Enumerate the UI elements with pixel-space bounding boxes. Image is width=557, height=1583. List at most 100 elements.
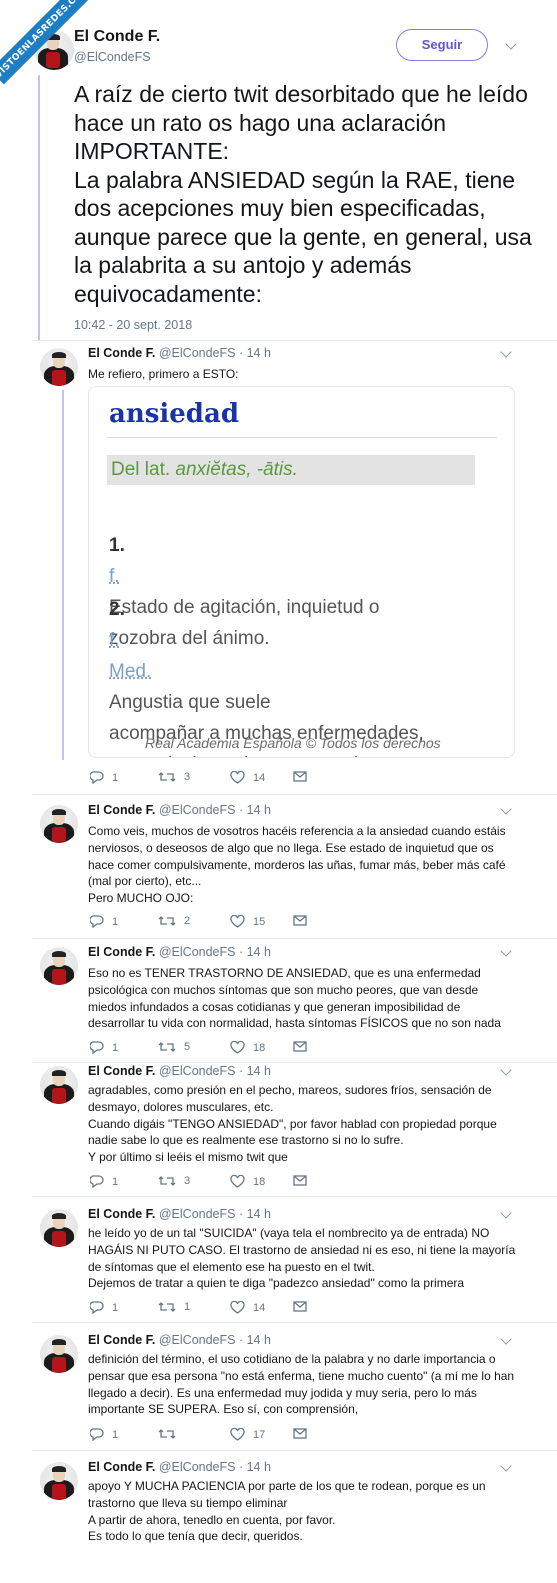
avatar[interactable]	[40, 1066, 78, 1104]
like-icon[interactable]	[230, 1428, 245, 1441]
like-button[interactable]: 18	[230, 1041, 265, 1054]
like-button[interactable]: 18	[230, 1175, 265, 1188]
chevron-down-icon[interactable]	[500, 1064, 512, 1076]
reply-icon[interactable]	[90, 1301, 104, 1314]
dm-button[interactable]	[293, 915, 307, 926]
retweet-button[interactable]: 3	[158, 1175, 190, 1187]
author-name[interactable]: El Conde F.	[74, 28, 160, 46]
retweet-icon[interactable]	[158, 1175, 176, 1187]
reply-author-name[interactable]: El Conde F.	[88, 346, 155, 360]
dm-button[interactable]	[293, 1041, 307, 1052]
avatar[interactable]	[40, 348, 78, 386]
dm-button[interactable]	[293, 771, 307, 782]
reply-button[interactable]: 1	[90, 1428, 118, 1441]
like-icon[interactable]	[230, 915, 245, 928]
avatar[interactable]	[40, 947, 78, 985]
retweet-button[interactable]: 3	[158, 771, 190, 783]
chevron-down-icon[interactable]	[500, 1333, 512, 1345]
chevron-down-icon[interactable]	[500, 346, 512, 358]
divider	[107, 437, 497, 438]
retweet-button[interactable]: 2	[158, 915, 190, 927]
reply-header: El Conde F. @ElCondeFS · 14 h	[88, 1333, 271, 1347]
dm-button[interactable]	[293, 1428, 307, 1439]
chevron-down-icon[interactable]	[500, 803, 512, 815]
avatar[interactable]	[40, 805, 78, 843]
follow-button[interactable]: Seguir	[396, 29, 488, 61]
divider	[32, 1062, 557, 1063]
reply-author-handle[interactable]: @ElCondeFS	[159, 1207, 236, 1221]
like-button[interactable]: 14	[230, 771, 265, 784]
like-count: 17	[253, 1428, 266, 1441]
dm-icon[interactable]	[293, 915, 307, 926]
like-icon[interactable]	[230, 1301, 245, 1314]
reply-icon[interactable]	[90, 1428, 104, 1441]
reply-author-name[interactable]: El Conde F.	[88, 1333, 155, 1347]
divider	[32, 1196, 557, 1197]
reply-author-handle[interactable]: @ElCondeFS	[159, 346, 236, 360]
avatar[interactable]	[40, 1209, 78, 1247]
reply-author-handle[interactable]: @ElCondeFS	[159, 1460, 236, 1474]
reply-author-handle[interactable]: @ElCondeFS	[159, 803, 236, 817]
divider	[32, 938, 557, 939]
reply-button[interactable]: 1	[90, 1041, 118, 1054]
reply-button[interactable]: 1	[90, 915, 118, 928]
reply-time[interactable]: · 14 h	[239, 1064, 271, 1078]
like-button[interactable]: 14	[230, 1301, 265, 1314]
chevron-down-icon[interactable]	[505, 38, 517, 50]
dm-icon[interactable]	[293, 1175, 307, 1186]
retweet-button[interactable]: 5	[158, 1041, 190, 1053]
reply-time[interactable]: · 14 h	[239, 346, 271, 360]
chevron-down-icon[interactable]	[500, 945, 512, 957]
tweet-actions: 1 17	[90, 1428, 330, 1444]
like-icon[interactable]	[230, 1175, 245, 1188]
reply-author-name[interactable]: El Conde F.	[88, 1460, 155, 1474]
reply-author-name[interactable]: El Conde F.	[88, 1064, 155, 1078]
thread-line	[62, 390, 64, 760]
reply-time[interactable]: · 14 h	[239, 945, 271, 959]
dm-icon[interactable]	[293, 1301, 307, 1312]
like-icon[interactable]	[230, 771, 245, 784]
dm-icon[interactable]	[293, 771, 307, 782]
dictionary-image[interactable]: ansiedad Del lat. anxiĕtas, -ātis. 1. f.…	[88, 386, 515, 758]
retweet-icon[interactable]	[158, 915, 176, 927]
reply-button[interactable]: 1	[90, 771, 118, 784]
retweet-button[interactable]	[158, 1428, 184, 1440]
reply-author-handle[interactable]: @ElCondeFS	[159, 945, 236, 959]
reply-button[interactable]: 1	[90, 1301, 118, 1314]
reply-author-handle[interactable]: @ElCondeFS	[159, 1064, 236, 1078]
avatar[interactable]	[40, 1462, 78, 1500]
reply-icon[interactable]	[90, 915, 104, 928]
like-count: 15	[253, 915, 266, 928]
reply-time[interactable]: · 14 h	[239, 1460, 271, 1474]
like-button[interactable]: 15	[230, 915, 265, 928]
retweet-icon[interactable]	[158, 1428, 176, 1440]
tweet-timestamp[interactable]: 10:42 - 20 sept. 2018	[74, 318, 192, 332]
like-icon[interactable]	[230, 1041, 245, 1054]
reply-author-handle[interactable]: @ElCondeFS	[159, 1333, 236, 1347]
chevron-down-icon[interactable]	[500, 1207, 512, 1219]
like-button[interactable]: 17	[230, 1428, 265, 1441]
dm-button[interactable]	[293, 1301, 307, 1312]
reply-time[interactable]: · 14 h	[239, 803, 271, 817]
reply-author-name[interactable]: El Conde F.	[88, 1207, 155, 1221]
reply-author-name[interactable]: El Conde F.	[88, 945, 155, 959]
retweet-icon[interactable]	[158, 1041, 176, 1053]
dm-button[interactable]	[293, 1175, 307, 1186]
reply-icon[interactable]	[90, 1175, 104, 1188]
dm-icon[interactable]	[293, 1428, 307, 1439]
chevron-down-icon[interactable]	[500, 1460, 512, 1472]
avatar[interactable]	[40, 1335, 78, 1373]
thread-line	[38, 75, 40, 340]
reply-author-name[interactable]: El Conde F.	[88, 803, 155, 817]
dm-icon[interactable]	[293, 1041, 307, 1052]
reply-icon[interactable]	[90, 771, 104, 784]
reply-time[interactable]: · 14 h	[239, 1333, 271, 1347]
retweet-button[interactable]: 1	[158, 1301, 190, 1313]
replie-count: 1	[112, 1041, 119, 1054]
reply-time[interactable]: · 14 h	[239, 1207, 271, 1221]
author-handle[interactable]: @ElCondeFS	[74, 50, 151, 64]
reply-button[interactable]: 1	[90, 1175, 118, 1188]
retweet-icon[interactable]	[158, 1301, 176, 1313]
reply-icon[interactable]	[90, 1041, 104, 1054]
retweet-icon[interactable]	[158, 771, 176, 783]
